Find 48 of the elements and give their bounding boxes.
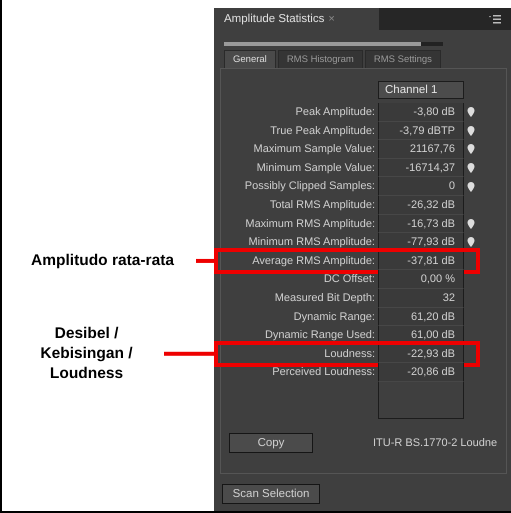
stat-value: -22,93 dB	[378, 344, 464, 364]
stat-label: DC Offset:	[324, 272, 375, 288]
column-header: Channel 1	[378, 81, 464, 99]
stat-label: Minimum RMS Amplitude:	[248, 235, 375, 250]
stat-value: 0	[378, 177, 464, 196]
pin-icon[interactable]	[467, 163, 475, 174]
stat-label: Peak Amplitude:	[296, 105, 375, 120]
stat-label: Dynamic Range Used:	[264, 328, 375, 344]
copy-button[interactable]: Copy	[229, 432, 313, 453]
tab[interactable]: General	[224, 50, 276, 68]
tab[interactable]: RMS Settings	[364, 50, 441, 68]
pin-icon[interactable]	[467, 218, 475, 229]
stat-label: Possibly Clipped Samples:	[244, 179, 375, 194]
stat-label: Loudness:	[324, 346, 375, 362]
stat-label: Perceived Loudness:	[272, 365, 375, 380]
stat-label: Minimum Sample Value:	[256, 160, 375, 176]
stat-value: 21167,76	[378, 140, 464, 159]
scan-selection-button[interactable]: Scan Selection	[222, 484, 320, 504]
stat-label: Measured Bit Depth:	[274, 290, 375, 306]
menu-icon[interactable]	[489, 14, 501, 24]
loudness-standard: ITU-R BS.1770-2 Loudne	[373, 436, 498, 449]
pin-icon[interactable]	[467, 237, 475, 248]
stat-value: -26,32 dB	[378, 196, 464, 215]
stat-value: -37,81 dB	[378, 252, 464, 270]
pin-icon[interactable]	[467, 107, 475, 118]
stat-label: Total RMS Amplitude:	[270, 198, 375, 213]
pin-icon[interactable]	[467, 182, 475, 192]
stat-value: -3,79 dBTP	[378, 122, 464, 140]
stat-value: -20,86 dB	[378, 363, 464, 382]
stat-value: 61,20 dB	[378, 308, 464, 326]
stat-value: -3,80 dB	[378, 103, 464, 122]
panel-tab[interactable]: Amplitude Statistics ×	[214, 8, 379, 30]
stat-label: Maximum Sample Value:	[254, 142, 375, 158]
pin-icon[interactable]	[467, 144, 475, 154]
callout-label: Amplitudo rata-rata	[30, 250, 176, 271]
stat-value: 32	[378, 288, 464, 308]
stat-value: -16714,37	[378, 158, 464, 178]
tab[interactable]: RMS Histogram	[278, 50, 363, 68]
stat-label: Dynamic Range:	[294, 310, 375, 325]
pin-icon[interactable]	[467, 126, 475, 136]
panel-title: Amplitude Statistics	[224, 13, 324, 25]
callout-label: Desibel / Kebisingan / Loudness	[39, 324, 134, 384]
stat-label: True Peak Amplitude:	[270, 124, 375, 139]
close-button[interactable]: ×	[328, 13, 335, 25]
stat-value: -16,73 dB	[378, 214, 464, 234]
stat-label: Maximum RMS Amplitude:	[245, 216, 375, 232]
stat-label: Average RMS Amplitude:	[252, 254, 375, 269]
stat-value: 0,00 %	[378, 270, 464, 289]
